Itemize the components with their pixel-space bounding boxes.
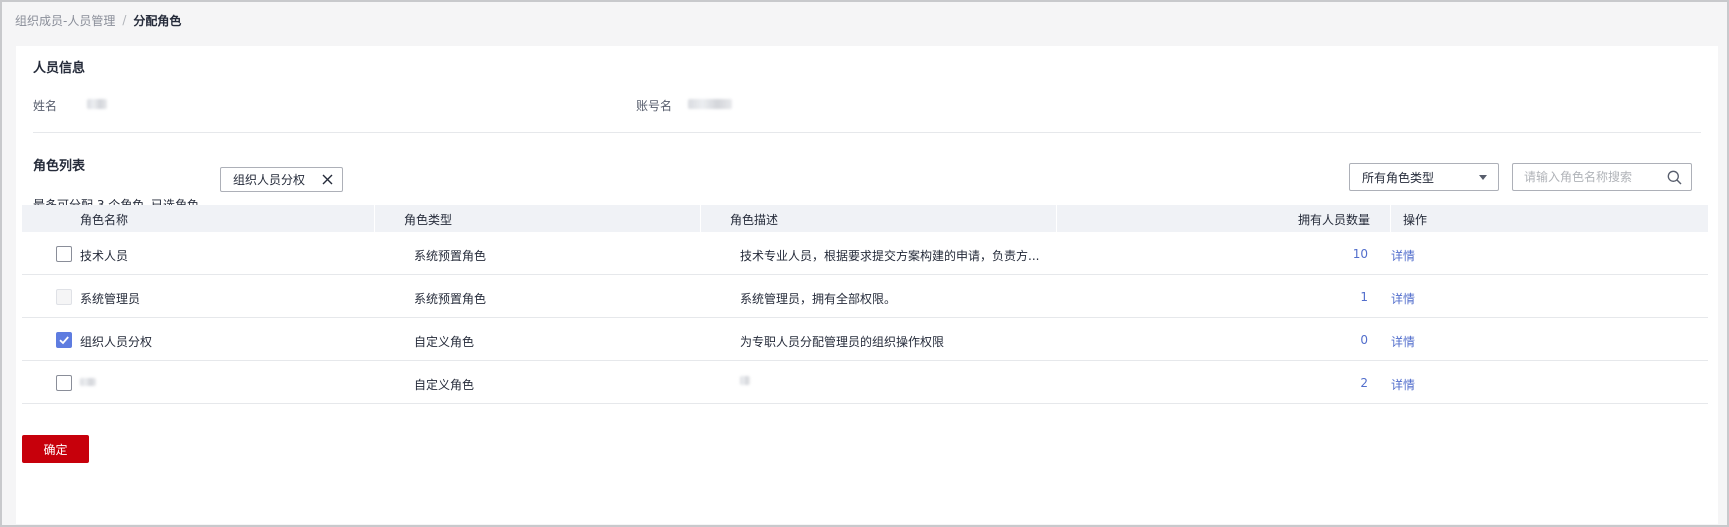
member-count-link[interactable]: 2 xyxy=(1328,376,1368,390)
breadcrumb-parent-link[interactable]: 组织成员-人员管理 xyxy=(15,12,115,29)
close-icon[interactable] xyxy=(321,173,334,186)
name-value-redacted xyxy=(87,99,107,109)
table-row: 自定义角色 2 详情 xyxy=(22,361,1708,404)
role-description-cell: 技术专业人员，根据要求提交方案构建的申请，负责方... xyxy=(740,249,1040,263)
row-checkbox-checked[interactable] xyxy=(56,332,72,348)
role-name-cell: 技术人员 xyxy=(80,249,129,263)
member-count-link[interactable]: 1 xyxy=(1328,290,1368,304)
role-name-cell: 组织人员分权 xyxy=(80,335,153,349)
col-header-member-count: 拥有人员数量 xyxy=(1298,213,1371,227)
role-search-input[interactable] xyxy=(1524,169,1662,185)
breadcrumb-separator: / xyxy=(122,13,127,27)
account-label: 账号名 xyxy=(636,99,673,113)
role-list-title: 角色列表 xyxy=(33,159,86,174)
row-checkbox[interactable] xyxy=(56,375,72,391)
row-checkbox-disabled xyxy=(56,289,72,305)
row-checkbox[interactable] xyxy=(56,246,72,262)
role-search-box[interactable] xyxy=(1512,163,1692,191)
col-header-type: 角色类型 xyxy=(404,213,453,227)
role-type-cell: 系统预置角色 xyxy=(414,292,487,306)
chevron-down-icon xyxy=(1479,175,1487,180)
selected-role-tag-label: 组织人员分权 xyxy=(233,173,306,187)
role-description-cell: 为专职人员分配管理员的组织操作权限 xyxy=(740,335,945,349)
member-count-link[interactable]: 10 xyxy=(1328,247,1368,261)
role-description-redacted xyxy=(740,376,750,385)
account-value-redacted xyxy=(688,99,732,109)
role-type-select[interactable]: 所有角色类型 xyxy=(1349,163,1499,191)
selected-role-tag: 组织人员分权 xyxy=(220,167,343,192)
breadcrumb-current: 分配角色 xyxy=(133,13,182,28)
col-divider xyxy=(374,205,375,232)
details-link[interactable]: 详情 xyxy=(1391,333,1415,350)
details-link[interactable]: 详情 xyxy=(1391,290,1415,307)
confirm-button[interactable]: 确定 xyxy=(22,435,89,463)
search-icon[interactable] xyxy=(1667,170,1682,185)
table-row: 技术人员 系统预置角色 技术专业人员，根据要求提交方案构建的申请，负责方... … xyxy=(22,232,1708,275)
col-divider xyxy=(1390,205,1391,232)
table-row: 组织人员分权 自定义角色 为专职人员分配管理员的组织操作权限 0 详情 xyxy=(22,318,1708,361)
col-header-action: 操作 xyxy=(1403,213,1428,227)
col-divider xyxy=(700,205,701,232)
details-link[interactable]: 详情 xyxy=(1391,247,1415,264)
role-type-select-value: 所有角色类型 xyxy=(1362,170,1435,185)
role-name-redacted xyxy=(80,378,96,386)
col-header-name: 角色名称 xyxy=(80,213,129,227)
role-description-cell: 系统管理员，拥有全部权限。 xyxy=(740,292,897,306)
window-frame: 组织成员-人员管理 / 分配角色 人员信息 姓名 账号名 角色列表 最多可分配 … xyxy=(0,0,1729,527)
table-header: 角色名称 角色类型 角色描述 拥有人员数量 操作 xyxy=(22,205,1708,232)
breadcrumb: 组织成员-人员管理 / 分配角色 xyxy=(15,11,181,29)
col-header-description: 角色描述 xyxy=(730,213,779,227)
member-count-link[interactable]: 0 xyxy=(1328,333,1368,347)
details-link[interactable]: 详情 xyxy=(1391,376,1415,393)
checkmark-icon xyxy=(59,336,69,345)
role-name-cell: 系统管理员 xyxy=(80,292,141,306)
section-divider xyxy=(33,132,1701,133)
role-type-cell: 自定义角色 xyxy=(414,335,475,349)
name-label: 姓名 xyxy=(33,99,58,113)
person-info-title: 人员信息 xyxy=(33,61,86,76)
role-type-cell: 自定义角色 xyxy=(414,378,475,392)
role-table: 角色名称 角色类型 角色描述 拥有人员数量 操作 技术人员 系统预置角色 技术专… xyxy=(22,205,1708,404)
role-type-cell: 系统预置角色 xyxy=(414,249,487,263)
table-row: 系统管理员 系统预置角色 系统管理员，拥有全部权限。 1 详情 xyxy=(22,275,1708,318)
col-divider xyxy=(1056,205,1057,232)
